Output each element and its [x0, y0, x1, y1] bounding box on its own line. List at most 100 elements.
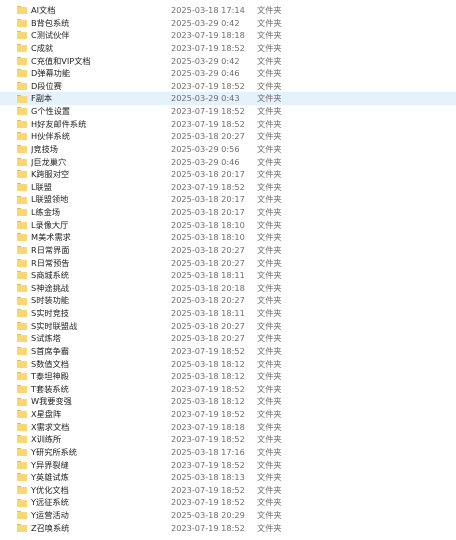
folder-icon — [17, 397, 27, 406]
file-row[interactable]: W我要变强 2025-03-18 18:12 文件夹 — [0, 395, 456, 408]
file-name: C充值和VIP文档 — [31, 55, 91, 66]
file-modified-date: 2025-03-18 17:14 — [171, 5, 245, 15]
folder-icon — [17, 6, 27, 15]
file-row[interactable]: T泰坦神殿 2025-03-18 18:12 文件夹 — [0, 370, 456, 383]
file-row[interactable]: Y英雄试炼 2025-03-18 18:13 文件夹 — [0, 471, 456, 484]
file-row[interactable]: D弹幕功能 2025-03-29 0:46 文件夹 — [0, 67, 456, 80]
file-name: Y远征系统 — [31, 497, 69, 508]
file-row[interactable]: J巨龙巢穴 2025-03-29 0:46 文件夹 — [0, 156, 456, 169]
file-row[interactable]: M美术需求 2025-03-18 18:10 文件夹 — [0, 231, 456, 244]
file-type: 文件夹 — [257, 270, 282, 281]
file-type: 文件夹 — [257, 358, 282, 369]
file-modified-date: 2025-03-18 18:13 — [171, 472, 245, 483]
file-row[interactable]: S首席争霸 2023-07-19 18:52 文件夹 — [0, 345, 456, 358]
folder-icon — [17, 182, 27, 191]
file-type: 文件夹 — [257, 219, 282, 230]
file-modified-date: 2025-03-29 0:43 — [171, 93, 240, 104]
file-name: Y运营活动 — [31, 510, 69, 520]
file-row[interactable]: H好友邮件系统 2023-07-19 18:52 文件夹 — [0, 118, 456, 131]
file-row[interactable]: S实时竞技 2025-03-18 18:11 文件夹 — [0, 307, 456, 320]
file-modified-date: 2023-07-19 18:52 — [171, 80, 245, 91]
folder-icon — [17, 283, 27, 292]
file-row[interactable]: Y远征系统 2023-07-19 18:52 文件夹 — [0, 496, 456, 509]
folder-icon — [17, 448, 27, 457]
file-type: 文件夹 — [257, 295, 282, 306]
file-row[interactable]: L联盟领地 2025-03-18 20:17 文件夹 — [0, 193, 456, 206]
file-type: 文件夹 — [257, 55, 282, 66]
file-row[interactable]: S实时联盟战 2025-03-18 20:27 文件夹 — [0, 320, 456, 333]
file-name: B背包系统 — [31, 17, 70, 28]
file-row[interactable]: X需求文档 2023-07-19 18:18 文件夹 — [0, 421, 456, 434]
file-row[interactable]: H伙伴系统 2025-03-18 20:27 文件夹 — [0, 130, 456, 143]
file-type: 文件夹 — [257, 421, 282, 432]
file-type: 文件夹 — [257, 333, 282, 344]
file-name: C成就 — [31, 42, 54, 53]
folder-icon — [17, 157, 27, 166]
file-name: S时装功能 — [31, 295, 69, 306]
file-modified-date: 2023-07-19 18:52 — [171, 106, 245, 116]
folder-icon — [17, 18, 27, 27]
file-row[interactable]: C成就 2023-07-19 18:52 文件夹 — [0, 42, 456, 55]
file-row[interactable]: S商城系统 2025-03-18 18:11 文件夹 — [0, 269, 456, 282]
file-row[interactable]: C测试伙伴 2023-07-19 18:18 文件夹 — [0, 29, 456, 42]
file-row[interactable]: B背包系统 2025-03-29 0:42 文件夹 — [0, 17, 456, 30]
file-name: Y英雄试炼 — [31, 472, 69, 483]
folder-icon — [17, 81, 27, 90]
file-name: AI文档 — [31, 5, 56, 15]
file-type: 文件夹 — [257, 42, 282, 53]
file-type: 文件夹 — [257, 131, 282, 142]
folder-icon — [17, 208, 27, 217]
file-row[interactable]: Y运营活动 2025-03-18 20:29 文件夹 — [0, 509, 456, 522]
file-modified-date: 2023-07-19 18:52 — [171, 345, 245, 356]
file-row[interactable]: G个性设置 2023-07-19 18:52 文件夹 — [0, 105, 456, 118]
file-type: 文件夹 — [257, 244, 282, 255]
file-row[interactable]: AI文档 2025-03-18 17:14 文件夹 — [0, 4, 456, 17]
file-row[interactable]: D段位赛 2023-07-19 18:52 文件夹 — [0, 80, 456, 93]
file-row[interactable]: S数值文档 2025-03-18 18:12 文件夹 — [0, 358, 456, 371]
folder-icon — [17, 258, 27, 267]
file-modified-date: 2025-03-18 18:11 — [171, 270, 245, 281]
file-row[interactable]: S时装功能 2025-03-18 20:27 文件夹 — [0, 294, 456, 307]
file-row[interactable]: Z召唤系统 2023-07-19 18:52 文件夹 — [0, 522, 456, 535]
file-name: K跨服对空 — [31, 169, 70, 180]
file-type: 文件夹 — [257, 118, 282, 129]
file-row[interactable]: Y研究所系统 2025-03-18 17:16 文件夹 — [0, 446, 456, 459]
file-type: 文件夹 — [257, 17, 282, 28]
folder-icon — [17, 435, 27, 444]
file-row[interactable]: T套装系统 2023-07-19 18:52 文件夹 — [0, 383, 456, 396]
file-modified-date: 2025-03-29 0:46 — [171, 156, 240, 167]
file-row[interactable]: F副本 2025-03-29 0:43 文件夹 — [0, 92, 456, 105]
file-list: AI文档 2025-03-18 17:14 文件夹 B背包系统 2025-03-29 0… — [0, 4, 456, 534]
file-name: S数值文档 — [31, 358, 69, 369]
file-modified-date: 2023-07-19 18:52 — [171, 181, 245, 192]
file-row[interactable]: R日常预告 2025-03-18 20:27 文件夹 — [0, 257, 456, 270]
file-row[interactable]: X星盘阵 2023-07-19 18:52 文件夹 — [0, 408, 456, 421]
folder-icon — [17, 321, 27, 330]
file-row[interactable]: Y优化文档 2023-07-19 18:52 文件夹 — [0, 484, 456, 497]
file-row[interactable]: L录像大厅 2025-03-18 18:10 文件夹 — [0, 219, 456, 232]
file-modified-date: 2023-07-19 18:52 — [171, 42, 245, 53]
file-name: Y研究所系统 — [31, 446, 77, 457]
file-row[interactable]: X训练所 2023-07-19 18:52 文件夹 — [0, 433, 456, 446]
file-row[interactable]: R日常界面 2025-03-18 20:27 文件夹 — [0, 244, 456, 257]
file-name: T套装系统 — [31, 383, 69, 394]
file-row[interactable]: J竞技场 2025-03-29 0:56 文件夹 — [0, 143, 456, 156]
folder-icon — [17, 460, 27, 469]
file-modified-date: 2025-03-18 18:12 — [171, 358, 245, 369]
file-modified-date: 2025-03-18 18:11 — [171, 308, 245, 318]
file-row[interactable]: S神途挑战 2025-03-18 20:18 文件夹 — [0, 282, 456, 295]
folder-icon — [17, 107, 27, 116]
file-row[interactable]: Y异界裂缝 2023-07-19 18:52 文件夹 — [0, 459, 456, 472]
file-row[interactable]: S试炼塔 2025-03-18 20:27 文件夹 — [0, 332, 456, 345]
file-name: W我要变强 — [31, 396, 72, 407]
file-type: 文件夹 — [257, 93, 282, 104]
file-row[interactable]: K跨服对空 2025-03-18 20:17 文件夹 — [0, 168, 456, 181]
file-row[interactable]: L联盟 2023-07-19 18:52 文件夹 — [0, 181, 456, 194]
file-row[interactable]: L练金场 2025-03-18 20:17 文件夹 — [0, 206, 456, 219]
file-type: 文件夹 — [257, 106, 282, 116]
file-name: S实时联盟战 — [31, 320, 78, 331]
folder-icon — [17, 359, 27, 368]
file-modified-date: 2023-07-19 18:52 — [171, 459, 245, 470]
file-modified-date: 2025-03-18 20:27 — [171, 244, 245, 255]
file-row[interactable]: C充值和VIP文档 2025-03-29 0:42 文件夹 — [0, 55, 456, 68]
